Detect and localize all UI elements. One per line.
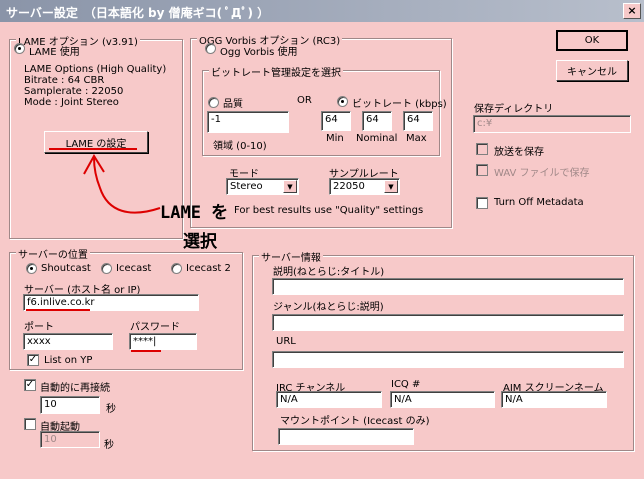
icq-label: ICQ #	[391, 379, 421, 390]
samplerate-select[interactable]: 22050 ▼	[329, 178, 400, 195]
ok-label: OK	[584, 35, 600, 46]
list-on-yp-checkbox[interactable]: ✓	[27, 354, 39, 366]
mode-select[interactable]: Stereo ▼	[226, 178, 299, 195]
url-label: URL	[276, 336, 296, 347]
lame-use-radio[interactable]	[14, 43, 25, 54]
auto-start-checkbox[interactable]	[24, 418, 36, 430]
min-bitrate-input[interactable]: 64	[321, 111, 351, 131]
turn-off-metadata-checkbox[interactable]	[476, 197, 488, 209]
list-on-yp-label: List on YP	[44, 355, 93, 366]
reconnect-seconds-input[interactable]: 10	[40, 396, 100, 414]
icecast-label: Icecast	[116, 263, 152, 274]
max-label: Max	[406, 133, 427, 144]
close-button[interactable]: ×	[623, 3, 641, 19]
port-input[interactable]: xxxx	[23, 333, 113, 350]
reconnect-seconds-unit: 秒	[106, 404, 116, 415]
icecast-radio[interactable]	[101, 263, 112, 274]
broadcast-save-checkbox[interactable]	[476, 143, 488, 155]
auto-reconnect-label: 自動的に再接続	[40, 383, 110, 394]
auto-start-seconds-input[interactable]: 10	[40, 431, 100, 448]
icq-input[interactable]: N/A	[390, 391, 495, 408]
turn-off-metadata-label: Turn Off Metadata	[494, 197, 584, 208]
auto-reconnect-checkbox[interactable]: ✓	[24, 379, 36, 391]
chevron-down-icon[interactable]: ▼	[283, 180, 297, 193]
lame-options-line: LAME Options (High Quality)	[24, 64, 167, 75]
password-underline	[131, 350, 161, 352]
lame-use-label: LAME 使用	[29, 47, 80, 58]
ogg-use-label: Ogg Vorbis 使用	[220, 47, 298, 58]
shoutcast-radio[interactable]	[26, 263, 37, 274]
max-bitrate-input[interactable]: 64	[403, 111, 433, 131]
broadcast-save-label: 放送を保存	[494, 147, 544, 158]
window-title: サーバー設定 （日本語化 by 僧庵ギコ( ﾟДﾟ) ）	[6, 6, 270, 20]
server-host-underline	[26, 309, 90, 311]
bitrate-radio[interactable]	[337, 96, 348, 107]
server-info-title: サーバー情報	[259, 249, 323, 264]
lame-button-underline	[49, 148, 137, 150]
close-icon: ×	[627, 4, 637, 17]
min-label: Min	[326, 133, 344, 144]
aim-input[interactable]: N/A	[501, 391, 607, 408]
shoutcast-label: Shoutcast	[41, 263, 91, 274]
server-location-title: サーバーの位置	[16, 246, 90, 261]
quality-radio[interactable]	[208, 97, 219, 108]
description-label: 説明(ねとらじ:タイトル)	[273, 267, 385, 278]
auto-start-seconds-unit: 秒	[104, 440, 114, 451]
password-label: パスワード	[130, 322, 180, 333]
quality-range-label: 領域 (0-10)	[213, 141, 267, 152]
icecast2-label: Icecast 2	[186, 263, 231, 274]
ogg-use-radio[interactable]	[205, 43, 216, 54]
annotation-line-2: 選択	[183, 232, 217, 252]
wav-save-label: WAV ファイルで保存	[494, 168, 590, 179]
lame-options-text: LAME Options (High Quality) Bitrate : 64…	[24, 64, 166, 108]
save-dir-label: 保存ディレクトリ	[474, 104, 554, 115]
bitrate-label: ビットレート (kbps)	[352, 99, 447, 110]
title-bar: サーバー設定 （日本語化 by 僧庵ギコ( ﾟДﾟ) ）	[0, 0, 644, 22]
wav-save-checkbox[interactable]	[476, 164, 488, 176]
annotation-line-1: LAME を	[160, 203, 229, 223]
lame-samplerate-line: Samplerate : 22050	[24, 86, 124, 97]
quality-label: 品質	[223, 99, 243, 110]
genre-input[interactable]	[272, 314, 624, 331]
cancel-button[interactable]: キャンセル	[556, 60, 628, 81]
annotation-arrow-icon	[83, 154, 161, 214]
chevron-down-icon[interactable]: ▼	[384, 180, 398, 193]
port-label: ポート	[24, 322, 54, 333]
quality-input[interactable]: -1	[207, 111, 289, 133]
url-input[interactable]	[272, 351, 624, 368]
password-input[interactable]: ****|	[129, 333, 197, 350]
quality-hint: For best results use "Quality" settings	[234, 205, 424, 216]
ok-button[interactable]: OK	[556, 30, 628, 51]
lame-bitrate-line: Bitrate : 64 CBR	[24, 75, 105, 86]
description-input[interactable]	[272, 278, 624, 295]
lame-mode-line: Mode : Joint Stereo	[24, 97, 119, 108]
irc-input[interactable]: N/A	[276, 391, 382, 408]
mode-value: Stereo	[230, 181, 263, 192]
icecast2-radio[interactable]	[171, 263, 182, 274]
or-label: OR	[297, 95, 312, 106]
cancel-label: キャンセル	[567, 67, 617, 78]
genre-label: ジャンル(ねとらじ:説明)	[273, 302, 384, 313]
samplerate-value: 22050	[333, 181, 365, 192]
save-dir-input[interactable]: c:¥	[473, 115, 631, 133]
nominal-label: Nominal	[356, 133, 398, 144]
mount-point-input[interactable]	[278, 428, 414, 445]
bitrate-group-title: ビットレート管理設定を選択	[209, 64, 343, 79]
mount-point-label: マウントポイント (Icecast のみ)	[280, 416, 430, 427]
nominal-bitrate-input[interactable]: 64	[362, 111, 392, 131]
